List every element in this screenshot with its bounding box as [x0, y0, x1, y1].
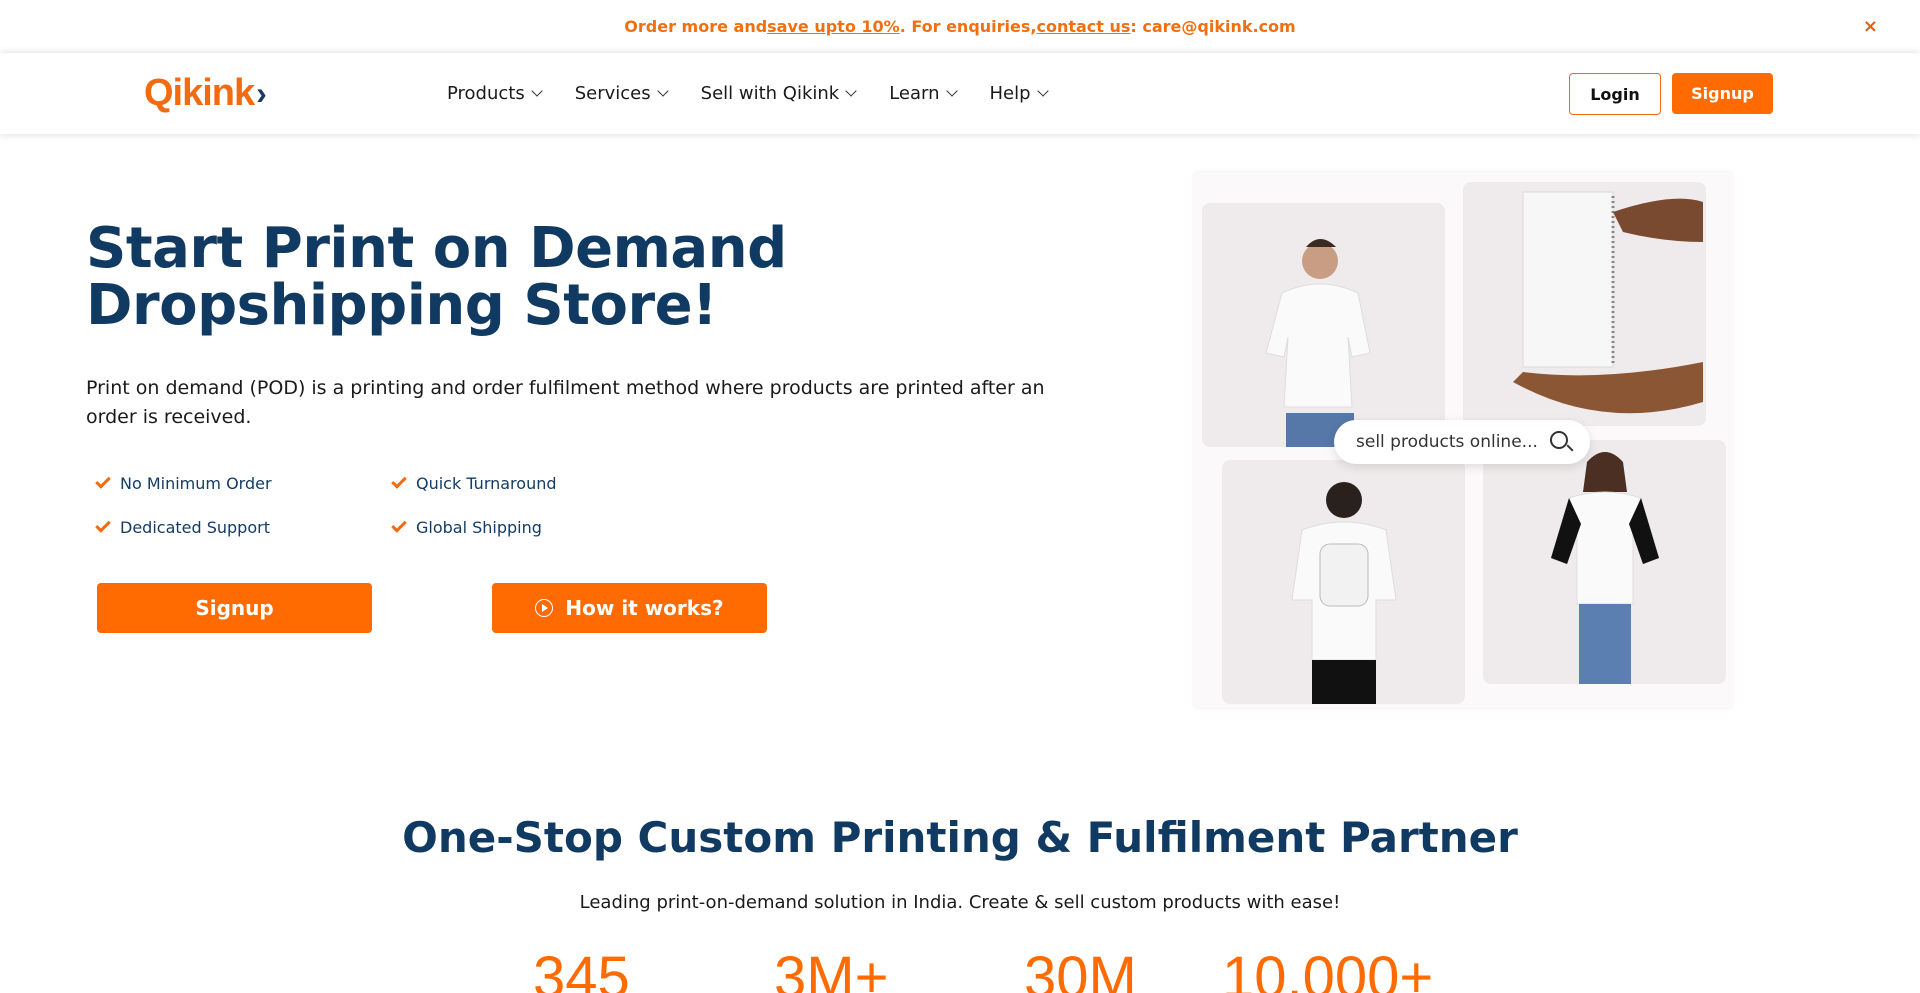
feature-list: No Minimum Order Quick Turnaround Dedica…: [95, 472, 557, 538]
nav-label: Help: [989, 83, 1031, 104]
chevron-down-icon: [656, 85, 669, 97]
check-icon: [391, 517, 407, 533]
product-image-woman-raglan: [1483, 440, 1726, 684]
feature-label: Quick Turnaround: [416, 473, 557, 493]
stats-row: 345 3M+ 30M 10,000+: [0, 948, 1920, 993]
nav-sell-with-qikink[interactable]: Sell with Qikink: [700, 83, 857, 104]
announcement-prefix: Order more and: [624, 17, 768, 36]
how-it-works-button[interactable]: How it works?: [492, 583, 767, 633]
section-title: One-Stop Custom Printing & Fulfilment Pa…: [402, 813, 1518, 862]
chevron-down-icon: [845, 85, 857, 97]
main-nav: Products Services Sell with Qikink Learn…: [447, 53, 1081, 134]
nav-services[interactable]: Services: [574, 83, 669, 104]
chevron-down-icon: [531, 85, 543, 97]
stat-value: 10,000+: [1222, 945, 1434, 993]
logo-text: Qikink: [144, 71, 255, 114]
feature-item: No Minimum Order: [95, 472, 392, 494]
hero-title-line2: Dropshipping Store!: [86, 273, 718, 338]
feature-label: No Minimum Order: [120, 473, 272, 493]
nav-label: Learn: [889, 83, 940, 104]
save-link[interactable]: save upto 10%: [767, 17, 900, 36]
hero-title-line1: Start Print on Demand: [86, 216, 787, 281]
announcement-bar: Order more and save upto 10% . For enqui…: [0, 0, 1920, 53]
feature-item: Dedicated Support: [95, 516, 392, 538]
stat-value: 3M+: [774, 945, 889, 993]
site-header: Qikink › Products Services Sell with Qik…: [0, 53, 1920, 134]
signup-button-header[interactable]: Signup: [1672, 73, 1773, 114]
stat-value: 30M: [1024, 945, 1137, 993]
check-icon: [95, 517, 111, 533]
product-image-notebook: [1463, 182, 1706, 426]
announcement-mid: . For enquiries,: [899, 17, 1037, 36]
logo[interactable]: Qikink ›: [144, 71, 267, 114]
nav-label: Products: [447, 83, 525, 104]
stat-value: 345: [533, 945, 630, 993]
close-icon[interactable]: ×: [1863, 16, 1878, 37]
play-icon: [535, 599, 554, 617]
section-subtitle: Leading print-on-demand solution in Indi…: [579, 892, 1341, 913]
signup-button-hero[interactable]: Signup: [97, 583, 372, 633]
hero-collage: sell products online...: [1192, 170, 1734, 710]
product-image-man-tshirt: [1202, 203, 1445, 447]
logo-chevron-icon: ›: [256, 74, 267, 111]
product-image-backpack-girl: [1222, 460, 1465, 704]
how-it-works-label: How it works?: [565, 596, 724, 620]
search-icon: [1550, 431, 1568, 449]
contact-link[interactable]: contact us: [1036, 17, 1130, 36]
search-pill-text: sell products online...: [1356, 432, 1538, 452]
check-icon: [95, 473, 111, 489]
chevron-down-icon: [945, 85, 958, 97]
nav-label: Sell with Qikink: [700, 83, 840, 104]
feature-label: Global Shipping: [416, 517, 542, 537]
nav-products[interactable]: Products: [447, 83, 543, 104]
feature-label: Dedicated Support: [120, 517, 270, 537]
feature-item: Global Shipping: [391, 516, 592, 538]
check-icon: [391, 473, 407, 489]
login-button[interactable]: Login: [1569, 73, 1661, 115]
nav-learn[interactable]: Learn: [889, 83, 958, 104]
search-pill: sell products online...: [1334, 420, 1590, 464]
announcement-email: : care@qikink.com: [1130, 17, 1296, 36]
nav-label: Services: [574, 83, 651, 104]
hero-description: Print on demand (POD) is a printing and …: [86, 377, 1045, 428]
feature-item: Quick Turnaround: [391, 472, 592, 494]
chevron-down-icon: [1036, 85, 1049, 97]
nav-help[interactable]: Help: [989, 83, 1049, 104]
hero-title: Start Print on Demand Dropshipping Store…: [86, 220, 846, 334]
